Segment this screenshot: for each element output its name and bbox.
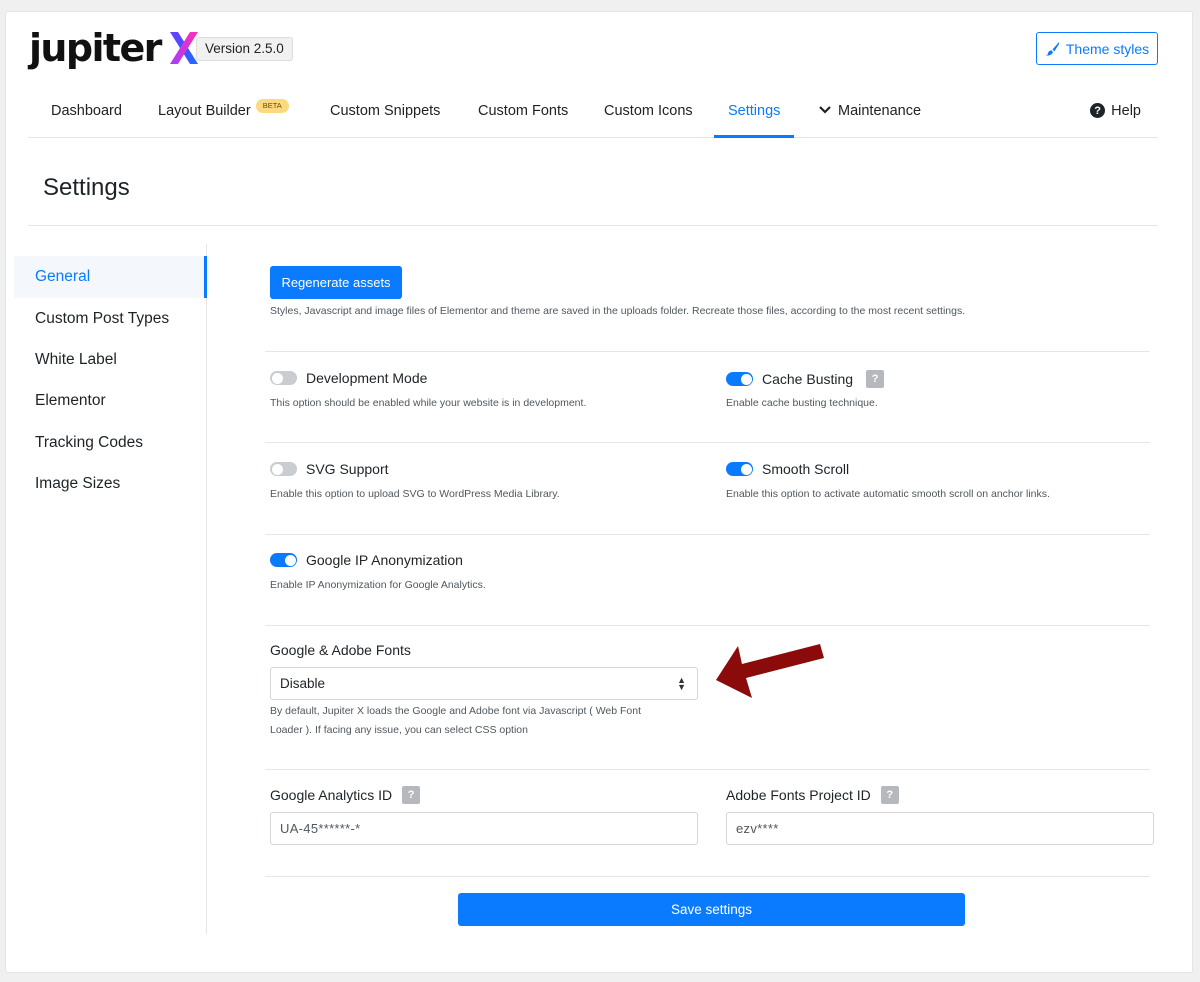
development-mode-label: Development Mode — [306, 370, 428, 386]
help-link[interactable]: ? Help — [1090, 98, 1141, 138]
question-mark-icon[interactable]: ? — [402, 786, 421, 804]
main-nav: Dashboard Layout Builder BETA Custom Snip… — [28, 98, 1158, 138]
divider — [265, 769, 1150, 770]
tab-label: Settings — [728, 103, 781, 119]
tab-label: Layout Builder — [158, 103, 251, 119]
question-mark-icon[interactable]: ? — [866, 370, 885, 388]
annotation-arrow-icon — [716, 644, 824, 698]
save-settings-button[interactable]: Save settings — [458, 893, 965, 926]
analytics-id-label-text: Google Analytics ID — [270, 787, 393, 803]
cache-busting-toggle[interactable] — [726, 372, 753, 386]
logo-wordmark: jupiter — [29, 26, 162, 70]
version-badge: Version 2.5.0 — [196, 37, 293, 61]
paintbrush-icon — [1045, 41, 1059, 56]
svg-support-toggle[interactable] — [270, 462, 297, 476]
chevron-down-icon — [819, 106, 831, 114]
adobe-project-id-label: Adobe Fonts Project ID ? — [726, 786, 899, 804]
tab-custom-fonts[interactable]: Custom Fonts — [478, 98, 568, 138]
sidebar-item-image-sizes[interactable]: Image Sizes — [14, 463, 206, 505]
divider — [265, 442, 1150, 443]
analytics-id-label: Google Analytics ID ? — [270, 786, 421, 804]
smooth-scroll-label: Smooth Scroll — [762, 461, 850, 477]
jupiterx-logo: jupiter — [29, 28, 199, 68]
svg-support-description: Enable this option to upload SVG to Word… — [270, 488, 560, 500]
tab-dashboard[interactable]: Dashboard — [51, 98, 122, 138]
ip-anonymization-option: Google IP Anonymization — [270, 552, 463, 568]
select-arrows-icon: ▲ ▼ — [677, 675, 686, 692]
page-title: Settings — [43, 174, 130, 201]
sidebar-item-elementor[interactable]: Elementor — [14, 380, 206, 422]
fonts-selected-value: Disable — [280, 676, 326, 691]
development-mode-description: This option should be enabled while your… — [270, 397, 587, 409]
tab-label: Custom Icons — [604, 103, 693, 119]
tab-label: Maintenance — [838, 103, 922, 119]
question-mark-icon[interactable]: ? — [880, 786, 899, 804]
fonts-select[interactable]: Disable ▲ ▼ — [270, 667, 698, 700]
smooth-scroll-toggle[interactable] — [726, 462, 753, 476]
tab-label: Custom Snippets — [330, 103, 441, 119]
tab-maintenance[interactable]: Maintenance — [818, 98, 921, 138]
tab-custom-icons[interactable]: Custom Icons — [604, 98, 693, 138]
sidebar-item-custom-post-types[interactable]: Custom Post Types — [14, 298, 206, 340]
help-label: Help — [1111, 103, 1141, 119]
development-mode-option: Development Mode — [270, 370, 427, 386]
tab-settings[interactable]: Settings — [713, 98, 795, 138]
beta-badge: BETA — [255, 99, 289, 113]
cache-busting-label: Cache Busting — [762, 371, 854, 387]
fonts-description-line-2: Loader ). If facing any issue, you can s… — [270, 724, 528, 736]
tab-custom-snippets[interactable]: Custom Snippets — [330, 98, 440, 138]
development-mode-toggle[interactable] — [270, 371, 297, 385]
svg-support-option: SVG Support — [270, 461, 389, 477]
fonts-label: Google & Adobe Fonts — [270, 642, 411, 658]
fonts-description-line-1: By default, Jupiter X loads the Google a… — [270, 705, 642, 717]
smooth-scroll-description: Enable this option to activate automatic… — [726, 488, 1050, 500]
theme-styles-button[interactable]: Theme styles — [1036, 32, 1158, 65]
ip-anonymization-description: Enable IP Anonymization for Google Analy… — [270, 579, 486, 591]
smooth-scroll-option: Smooth Scroll — [726, 461, 849, 477]
divider — [265, 534, 1150, 535]
sidebar-item-general[interactable]: General — [14, 256, 207, 298]
sidebar-item-white-label[interactable]: White Label — [14, 339, 206, 381]
cache-busting-description: Enable cache busting technique. — [726, 397, 878, 409]
fonts-description: By default, Jupiter X loads the Google a… — [270, 702, 700, 740]
adobe-project-id-input[interactable]: ezv**** — [726, 812, 1154, 845]
cache-busting-option: Cache Busting ? — [726, 370, 885, 388]
tab-label: Dashboard — [51, 103, 122, 119]
regenerate-assets-button[interactable]: Regenerate assets — [270, 266, 402, 299]
svg-support-label: SVG Support — [306, 461, 389, 477]
divider — [265, 876, 1150, 877]
logo-x-icon — [169, 32, 198, 64]
sidebar-item-tracking-codes[interactable]: Tracking Codes — [14, 422, 206, 464]
theme-styles-label: Theme styles — [1065, 40, 1150, 57]
ip-anonymization-toggle[interactable] — [270, 553, 297, 567]
divider — [265, 351, 1150, 352]
tab-layout-builder[interactable]: Layout Builder BETA — [158, 98, 289, 138]
title-divider — [28, 225, 1158, 226]
settings-sidebar: General Custom Post Types White Label El… — [14, 244, 207, 934]
tab-label: Custom Fonts — [478, 103, 569, 119]
question-circle-icon: ? — [1090, 103, 1106, 118]
regenerate-description: Styles, Javascript and image files of El… — [270, 305, 966, 317]
ip-anonymization-label: Google IP Anonymization — [306, 552, 463, 568]
analytics-id-input[interactable]: UA-45******-* — [270, 812, 698, 845]
divider — [265, 625, 1150, 626]
adobe-project-id-label-text: Adobe Fonts Project ID — [726, 787, 871, 803]
